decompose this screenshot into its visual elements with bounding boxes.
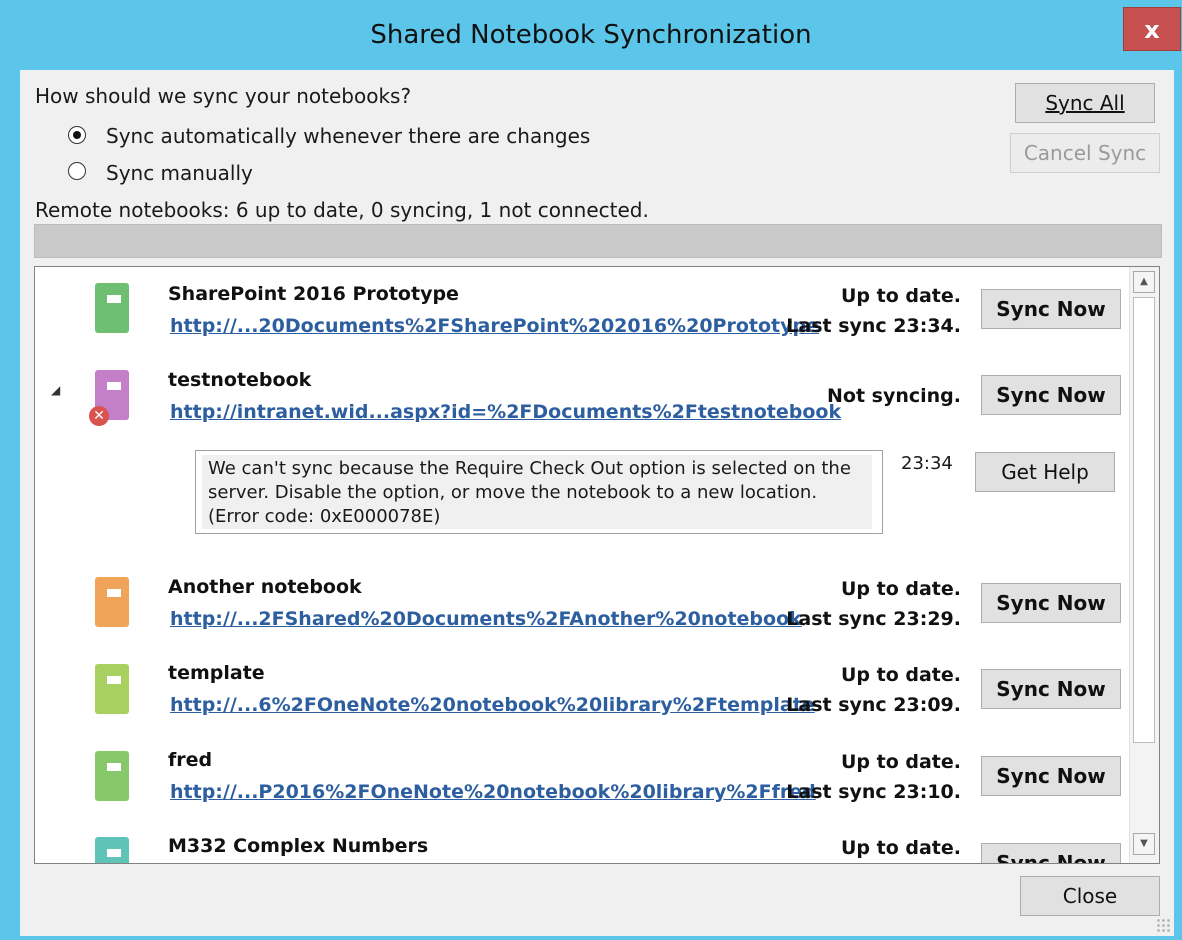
dialog-body: How should we sync your notebooks? Sync … [20, 70, 1174, 936]
sync-all-button[interactable]: Sync All [1015, 83, 1155, 123]
notebook-url-link[interactable]: http://...2FShared%20Documents%2FAnother… [170, 608, 802, 630]
notebook-last-sync: Last sync 23:09. [786, 694, 961, 716]
title-bar: Shared Notebook Synchronization x [8, 6, 1181, 70]
cancel-sync-button[interactable]: Cancel Sync [1010, 133, 1160, 173]
dialog-window: Shared Notebook Synchronization x How sh… [0, 0, 1182, 940]
list-scrollbar[interactable]: ▲ ▼ [1129, 267, 1159, 863]
sync-now-button[interactable]: Sync Now [981, 843, 1121, 863]
notebook-last-sync: Last sync 23:10. [786, 781, 961, 803]
notebook-url-link[interactable]: http://...20Documents%2FSharePoint%20201… [170, 315, 819, 337]
window-title: Shared Notebook Synchronization [370, 20, 812, 50]
sync-now-button[interactable]: Sync Now [981, 583, 1121, 623]
error-message-box: We can't sync because the Require Check … [195, 450, 883, 534]
notebook-icon [95, 283, 133, 333]
notebook-url-link[interactable]: http://...6%2FOneNote%20notebook%20libra… [170, 694, 815, 716]
scrollbar-thumb[interactable] [1133, 297, 1155, 743]
resize-grip-icon[interactable] [1156, 918, 1170, 932]
notebook-name: fred [168, 749, 213, 771]
notebook-name: testnotebook [168, 369, 312, 391]
sync-question-label: How should we sync your notebooks? [35, 84, 412, 108]
sync-now-button[interactable]: Sync Now [981, 756, 1121, 796]
collapse-triangle-icon[interactable]: ◢ [51, 383, 60, 397]
notebook-status: Up to date. [840, 837, 961, 859]
notebook-name: Another notebook [168, 576, 362, 598]
error-message-text: We can't sync because the Require Check … [202, 455, 872, 529]
remote-status-summary: Remote notebooks: 6 up to date, 0 syncin… [35, 198, 649, 222]
sync-manual-radio[interactable] [68, 162, 86, 180]
notebook-last-sync: Last sync 23:29. [786, 608, 961, 630]
notebook-last-sync: Last sync 23:34. [786, 315, 961, 337]
notebook-name: template [168, 662, 265, 684]
notebook-name: M332 Complex Numbers [168, 835, 429, 857]
sync-now-button[interactable]: Sync Now [981, 289, 1121, 329]
notebook-status: Up to date. [840, 751, 961, 773]
error-time: 23:34 [901, 453, 953, 474]
sync-progress-bar [34, 224, 1162, 258]
scroll-up-arrow-icon[interactable]: ▲ [1133, 271, 1155, 293]
notebook-icon [95, 664, 133, 714]
close-button[interactable]: Close [1020, 876, 1160, 916]
notebook-name: SharePoint 2016 Prototype [168, 283, 459, 305]
scroll-down-arrow-icon[interactable]: ▼ [1133, 833, 1155, 855]
close-window-button[interactable]: x [1123, 7, 1181, 51]
notebook-icon [95, 751, 133, 801]
notebook-status: Up to date. [840, 285, 961, 307]
sync-auto-radio[interactable] [68, 126, 86, 144]
get-help-button[interactable]: Get Help [975, 452, 1115, 492]
notebook-icon [95, 577, 133, 627]
sync-now-button[interactable]: Sync Now [981, 375, 1121, 415]
notebook-url-link[interactable]: http://...P2016%2FOneNote%20notebook%20l… [170, 781, 816, 803]
sync-now-button[interactable]: Sync Now [981, 669, 1121, 709]
notebook-status: Up to date. [840, 578, 961, 600]
error-badge-icon: ✕ [89, 406, 109, 426]
notebook-status: Up to date. [840, 664, 961, 686]
notebook-status: Not syncing. [827, 385, 961, 407]
notebook-icon [95, 837, 133, 863]
sync-manual-label[interactable]: Sync manually [106, 161, 253, 185]
sync-auto-label[interactable]: Sync automatically whenever there are ch… [106, 124, 590, 148]
notebook-list: SharePoint 2016 Prototype http://...20Do… [34, 266, 1160, 864]
